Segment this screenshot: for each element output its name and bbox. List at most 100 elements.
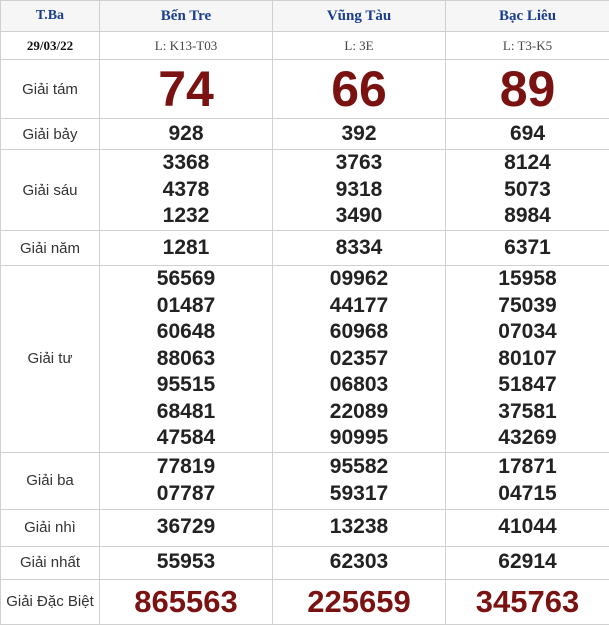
prize-number: 09962 [273, 266, 445, 293]
prize-number-cell: 7781907787 [100, 452, 273, 509]
prize-number: 51847 [446, 372, 609, 399]
prize-row-g4: Giải tư 56569014876064888063955156848147… [1, 266, 609, 453]
prize-label: Giải Đặc Biệt [1, 579, 100, 624]
prize-number-cell: 376393183490 [273, 150, 446, 231]
prize-number: 02357 [273, 346, 445, 373]
prize-number: 3490 [273, 203, 445, 230]
ticket-code: L: T3-K5 [446, 32, 609, 60]
prize-number-cell: 812450738984 [446, 150, 609, 231]
prize-number: 4378 [100, 177, 272, 204]
prize-number: 04715 [446, 481, 609, 508]
prize-row-special: Giải Đặc Biệt 865563 225659 345763 [1, 579, 609, 624]
prize-number-cell: 74 [100, 60, 273, 119]
prize-number: 01487 [100, 293, 272, 320]
prize-number: 56569 [100, 266, 272, 293]
prize-number-cell: 15958750390703480107518473758143269 [446, 266, 609, 453]
prize-number-cell: 09962441776096802357068032208990995 [273, 266, 446, 453]
prize-number-cell: 55953 [100, 546, 273, 579]
prize-number: 77819 [100, 454, 272, 481]
prize-number-cell: 36729 [100, 509, 273, 546]
prize-number: 89 [500, 61, 556, 117]
prize-number-cell: 865563 [100, 579, 273, 624]
prize-number: 74 [158, 61, 214, 117]
prize-number: 80107 [446, 346, 609, 373]
lottery-results-table: T.Ba Bến Tre Vũng Tàu Bạc Liêu 29/03/22 … [0, 0, 609, 625]
prize-number: 68481 [100, 399, 272, 426]
prize-number: 88063 [100, 346, 272, 373]
prize-number: 5073 [446, 177, 609, 204]
prize-label: Giải bảy [1, 119, 100, 150]
header-row: T.Ba Bến Tre Vũng Tàu Bạc Liêu [1, 1, 609, 32]
special-prize-number: 345763 [476, 584, 579, 619]
prize-number-cell: 62914 [446, 546, 609, 579]
prize-label: Giải tám [1, 60, 100, 119]
prize-number-cell: 392 [273, 119, 446, 150]
prize-number: 07787 [100, 481, 272, 508]
prize-number-cell: 225659 [273, 579, 446, 624]
prize-row-g3: Giải ba 7781907787 9558259317 1787104715 [1, 452, 609, 509]
prize-number: 8124 [446, 150, 609, 177]
prize-number: 95515 [100, 372, 272, 399]
prize-number: 43269 [446, 425, 609, 452]
prize-number: 17871 [446, 454, 609, 481]
prize-number: 36729 [100, 514, 272, 541]
prize-number: 37581 [446, 399, 609, 426]
prize-number-cell: 66 [273, 60, 446, 119]
prize-number: 9318 [273, 177, 445, 204]
prize-number: 3763 [273, 150, 445, 177]
prize-label: Giải ba [1, 452, 100, 509]
prize-row-g5: Giải năm 1281 8334 6371 [1, 231, 609, 266]
prize-number: 62914 [446, 549, 609, 576]
prize-number: 392 [273, 121, 445, 148]
prize-number-cell: 89 [446, 60, 609, 119]
prize-number: 06803 [273, 372, 445, 399]
province-vung-tau-link[interactable]: Vũng Tàu [273, 1, 446, 32]
prize-number: 47584 [100, 425, 272, 452]
weekday-label: T.Ba [1, 1, 100, 32]
prize-number: 8984 [446, 203, 609, 230]
special-prize-number: 225659 [307, 584, 410, 619]
prize-label: Giải năm [1, 231, 100, 266]
draw-date: 29/03/22 [1, 32, 100, 60]
prize-number-cell: 13238 [273, 509, 446, 546]
province-bac-lieu-link[interactable]: Bạc Liêu [446, 1, 609, 32]
prize-number-cell: 336843781232 [100, 150, 273, 231]
prize-row-g6: Giải sáu 336843781232 376393183490 81245… [1, 150, 609, 231]
prize-number: 55953 [100, 549, 272, 576]
prize-number: 22089 [273, 399, 445, 426]
prize-number-cell: 6371 [446, 231, 609, 266]
prize-label: Giải tư [1, 266, 100, 453]
prize-number: 928 [100, 121, 272, 148]
prize-number-cell: 694 [446, 119, 609, 150]
prize-number: 90995 [273, 425, 445, 452]
prize-number-cell: 9558259317 [273, 452, 446, 509]
prize-number-cell: 345763 [446, 579, 609, 624]
prize-number-cell: 1281 [100, 231, 273, 266]
prize-number: 60648 [100, 319, 272, 346]
prize-label: Giải sáu [1, 150, 100, 231]
prize-number: 59317 [273, 481, 445, 508]
prize-number-cell: 62303 [273, 546, 446, 579]
prize-row-g1: Giải nhất 55953 62303 62914 [1, 546, 609, 579]
prize-number-cell: 56569014876064888063955156848147584 [100, 266, 273, 453]
prize-number: 95582 [273, 454, 445, 481]
prize-number-cell: 8334 [273, 231, 446, 266]
ticket-code: L: 3E [273, 32, 446, 60]
prize-label: Giải nhất [1, 546, 100, 579]
prize-number: 8334 [273, 235, 445, 262]
prize-number: 1281 [100, 235, 272, 262]
prize-number: 6371 [446, 235, 609, 262]
ticket-code-row: 29/03/22 L: K13-T03 L: 3E L: T3-K5 [1, 32, 609, 60]
prize-number: 13238 [273, 514, 445, 541]
prize-label: Giải nhì [1, 509, 100, 546]
prize-row-g2: Giải nhì 36729 13238 41044 [1, 509, 609, 546]
prize-number: 62303 [273, 549, 445, 576]
prize-number: 15958 [446, 266, 609, 293]
prize-number-cell: 928 [100, 119, 273, 150]
province-ben-tre-link[interactable]: Bến Tre [100, 1, 273, 32]
prize-row-g8: Giải tám 74 66 89 [1, 60, 609, 119]
prize-number: 75039 [446, 293, 609, 320]
special-prize-number: 865563 [134, 584, 237, 619]
prize-number: 60968 [273, 319, 445, 346]
prize-number: 41044 [446, 514, 609, 541]
